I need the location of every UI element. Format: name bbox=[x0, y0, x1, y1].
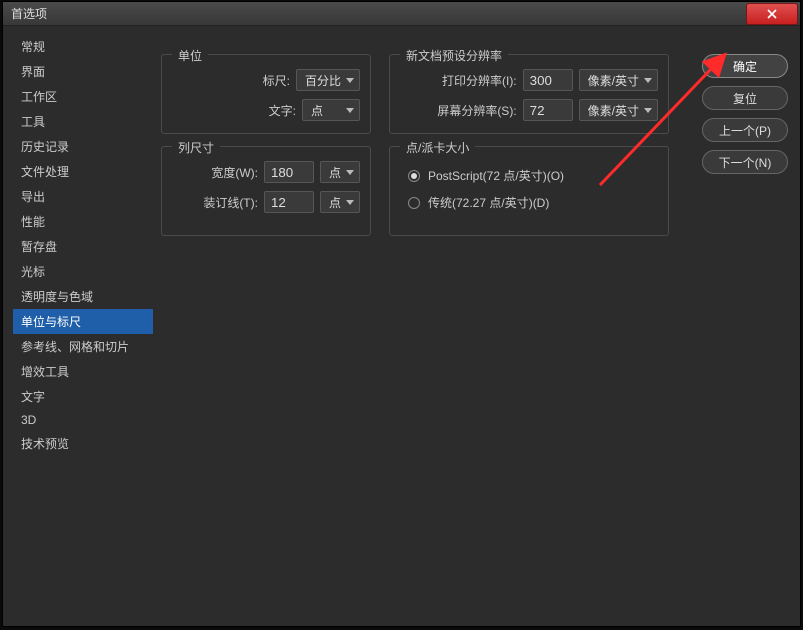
radio-postscript[interactable] bbox=[408, 170, 420, 182]
sidebar-item-15[interactable]: 3D bbox=[13, 409, 153, 431]
sidebar-item-2[interactable]: 工作区 bbox=[13, 84, 153, 109]
screen-res-input[interactable] bbox=[523, 99, 573, 121]
ok-button[interactable]: 确定 bbox=[702, 54, 788, 78]
sidebar-item-0[interactable]: 常规 bbox=[13, 34, 153, 59]
group-column-size: 列尺寸 宽度(W): 点 装订线(T): 点 bbox=[161, 146, 371, 236]
gutter-unit-select[interactable]: 点 bbox=[320, 191, 360, 213]
dialog-buttons: 确定 复位 上一个(P) 下一个(N) bbox=[702, 54, 788, 182]
ruler-select[interactable]: 百分比 bbox=[296, 69, 360, 91]
sidebar-item-1[interactable]: 界面 bbox=[13, 59, 153, 84]
sidebar-item-10[interactable]: 透明度与色域 bbox=[13, 284, 153, 309]
close-icon bbox=[765, 7, 779, 21]
prev-button[interactable]: 上一个(P) bbox=[702, 118, 788, 142]
next-button[interactable]: 下一个(N) bbox=[702, 150, 788, 174]
preferences-dialog: 首选项 常规界面工作区工具历史记录文件处理导出性能暂存盘光标透明度与色域单位与标… bbox=[2, 1, 801, 627]
sidebar-item-14[interactable]: 文字 bbox=[13, 384, 153, 409]
sidebar-item-5[interactable]: 文件处理 bbox=[13, 159, 153, 184]
type-select[interactable]: 点 bbox=[302, 99, 360, 121]
width-label: 宽度(W): bbox=[211, 164, 258, 181]
sidebar-item-16[interactable]: 技术预览 bbox=[13, 431, 153, 456]
sidebar-item-9[interactable]: 光标 bbox=[13, 259, 153, 284]
preferences-sidebar: 常规界面工作区工具历史记录文件处理导出性能暂存盘光标透明度与色域单位与标尺参考线… bbox=[13, 34, 153, 456]
radio-postscript-row[interactable]: PostScript(72 点/英寸)(O) bbox=[408, 167, 658, 184]
titlebar: 首选项 bbox=[3, 2, 800, 26]
group-colsize-legend: 列尺寸 bbox=[172, 139, 220, 156]
sidebar-item-12[interactable]: 参考线、网格和切片 bbox=[13, 334, 153, 359]
radio-traditional-row[interactable]: 传统(72.27 点/英寸)(D) bbox=[408, 194, 658, 211]
sidebar-item-7[interactable]: 性能 bbox=[13, 209, 153, 234]
sidebar-item-4[interactable]: 历史记录 bbox=[13, 134, 153, 159]
width-input[interactable] bbox=[264, 161, 314, 183]
sidebar-item-8[interactable]: 暂存盘 bbox=[13, 234, 153, 259]
print-res-unit-select[interactable]: 像素/英寸 bbox=[579, 69, 658, 91]
sidebar-item-3[interactable]: 工具 bbox=[13, 109, 153, 134]
group-units-legend: 单位 bbox=[172, 47, 208, 64]
print-res-input[interactable] bbox=[523, 69, 573, 91]
gutter-label: 装订线(T): bbox=[203, 194, 258, 211]
sidebar-item-6[interactable]: 导出 bbox=[13, 184, 153, 209]
radio-postscript-label: PostScript(72 点/英寸)(O) bbox=[428, 167, 564, 184]
dialog-title: 首选项 bbox=[11, 5, 47, 22]
gutter-input[interactable] bbox=[264, 191, 314, 213]
reset-button[interactable]: 复位 bbox=[702, 86, 788, 110]
radio-traditional-label: 传统(72.27 点/英寸)(D) bbox=[428, 194, 549, 211]
group-units: 单位 标尺: 百分比 文字: 点 bbox=[161, 54, 371, 134]
radio-traditional[interactable] bbox=[408, 197, 420, 209]
ruler-label: 标尺: bbox=[263, 72, 290, 89]
screen-res-unit-select[interactable]: 像素/英寸 bbox=[579, 99, 658, 121]
group-point-pica-size: 点/派卡大小 PostScript(72 点/英寸)(O) 传统(72.27 点… bbox=[389, 146, 669, 236]
sidebar-item-13[interactable]: 增效工具 bbox=[13, 359, 153, 384]
group-newdoc-legend: 新文档预设分辨率 bbox=[400, 47, 508, 64]
type-label: 文字: bbox=[269, 102, 296, 119]
print-res-label: 打印分辨率(I): bbox=[442, 72, 517, 89]
screen-res-label: 屏幕分辨率(S): bbox=[437, 102, 516, 119]
sidebar-item-11[interactable]: 单位与标尺 bbox=[13, 309, 153, 334]
group-newdoc-resolution: 新文档预设分辨率 打印分辨率(I): 像素/英寸 屏幕分辨率(S): 像素/英寸 bbox=[389, 54, 669, 134]
width-unit-select[interactable]: 点 bbox=[320, 161, 360, 183]
group-pica-legend: 点/派卡大小 bbox=[400, 139, 475, 156]
dialog-content: 常规界面工作区工具历史记录文件处理导出性能暂存盘光标透明度与色域单位与标尺参考线… bbox=[3, 26, 800, 626]
main-area: 单位 标尺: 百分比 文字: 点 列尺寸 宽度(W): 点 bbox=[161, 34, 788, 618]
close-button[interactable] bbox=[746, 3, 798, 25]
